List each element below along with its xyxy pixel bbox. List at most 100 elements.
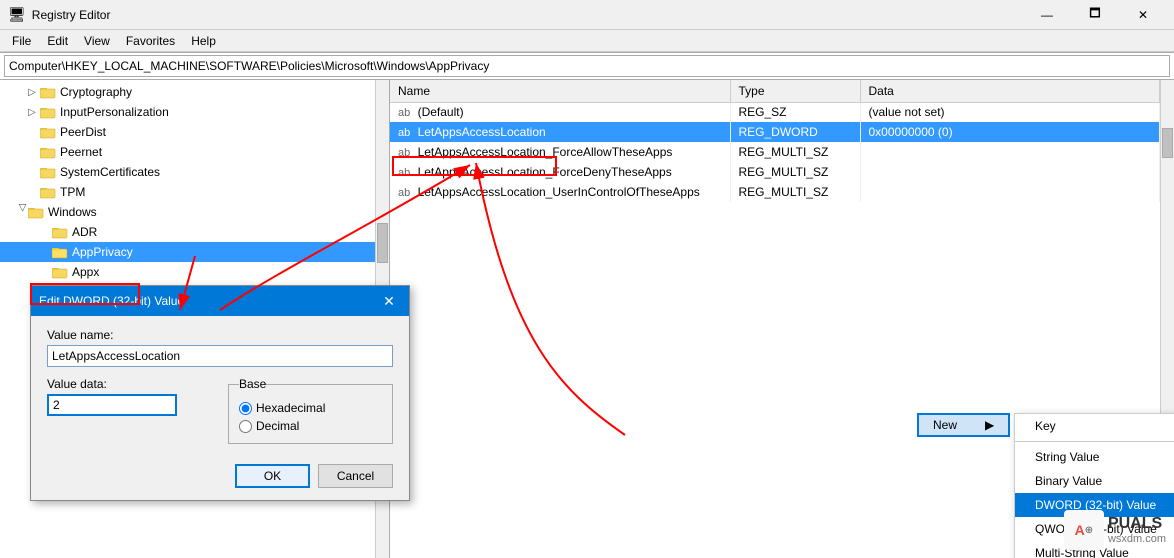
menu-view[interactable]: View <box>76 32 118 50</box>
registry-row-default[interactable]: ab (Default) REG_SZ (value not set) <box>390 102 1160 122</box>
watermark: A ⊕ PUALS wsxdm.com <box>1064 510 1166 550</box>
menu-favorites[interactable]: Favorites <box>118 32 183 50</box>
registry-type: REG_MULTI_SZ <box>730 162 860 182</box>
tree-item-peerdist[interactable]: PeerDist <box>0 122 389 142</box>
col-data: Data <box>860 80 1160 102</box>
tree-label: PeerDist <box>60 125 106 139</box>
registry-data: 0x00000000 (0) <box>860 122 1160 142</box>
registry-row-forcedeny[interactable]: ab LetAppsAccessLocation_ForceDenyTheseA… <box>390 162 1160 182</box>
tree-label: InputPersonalization <box>60 105 169 119</box>
value-data-input[interactable] <box>47 394 177 416</box>
close-button[interactable]: ✕ <box>1120 0 1166 30</box>
registry-row-forceallow[interactable]: ab LetAppsAccessLocation_ForceAllowThese… <box>390 142 1160 162</box>
title-bar: 🖥 Registry Editor — 🗖 ✕ <box>0 0 1174 30</box>
menu-edit[interactable]: Edit <box>39 32 76 50</box>
reg-icon: ab <box>398 127 410 139</box>
edit-dword-dialog: Edit DWORD (32-bit) Value ✕ Value name: … <box>30 285 410 501</box>
maximize-button[interactable]: 🗖 <box>1072 0 1118 30</box>
tree-scrollbar-thumb[interactable] <box>377 223 388 263</box>
folder-icon <box>40 85 56 99</box>
menu-file[interactable]: File <box>4 32 39 50</box>
registry-name: ab LetAppsAccessLocation_ForceDenyTheseA… <box>390 162 730 182</box>
expand-icon <box>24 124 40 140</box>
tree-item-windows[interactable]: ▷ Windows <box>0 202 389 222</box>
folder-icon <box>40 165 56 179</box>
tree-label: Peernet <box>60 145 102 159</box>
dec-radio[interactable] <box>239 420 252 433</box>
context-menu-separator <box>1015 441 1174 442</box>
tree-item-systemcertificates[interactable]: SystemCertificates <box>0 162 389 182</box>
col-type: Type <box>730 80 860 102</box>
new-submenu-button[interactable]: New ▶ <box>917 413 1010 437</box>
address-bar <box>0 52 1174 80</box>
reg-icon: ab <box>398 147 410 159</box>
registry-data <box>860 162 1160 182</box>
tree-label: SystemCertificates <box>60 165 160 179</box>
expand-icon <box>24 164 40 180</box>
tree-item-tpm[interactable]: TPM <box>0 182 389 202</box>
watermark-site: wsxdm.com <box>1108 533 1166 545</box>
address-input[interactable] <box>4 55 1170 77</box>
tree-label: Appx <box>72 265 99 279</box>
registry-row-letappsaccesslocation[interactable]: ab LetAppsAccessLocation REG_DWORD 0x000… <box>390 122 1160 142</box>
minimize-button[interactable]: — <box>1024 0 1070 30</box>
registry-type: REG_DWORD <box>730 122 860 142</box>
hex-radio[interactable] <box>239 402 252 415</box>
dialog-buttons: OK Cancel <box>31 456 409 500</box>
tree-item-cryptography[interactable]: ▷ Cryptography <box>0 82 389 102</box>
dialog-title-bar: Edit DWORD (32-bit) Value ✕ <box>31 286 409 316</box>
base-col: Base Hexadecimal Decimal <box>228 377 393 444</box>
expand-icon <box>24 144 40 160</box>
ok-button[interactable]: OK <box>235 464 310 488</box>
folder-icon <box>52 265 68 279</box>
tree-label: TPM <box>60 185 85 199</box>
tree-label: ADR <box>72 225 97 239</box>
reg-icon: ab <box>398 107 410 119</box>
folder-icon <box>52 225 68 239</box>
cancel-button[interactable]: Cancel <box>318 464 393 488</box>
tree-item-appprivacy[interactable]: AppPrivacy <box>0 242 389 262</box>
right-scrollbar-thumb[interactable] <box>1162 128 1173 158</box>
registry-row-userincontrol[interactable]: ab LetAppsAccessLocation_UserInControlOf… <box>390 182 1160 202</box>
col-name: Name <box>390 80 730 102</box>
dialog-body: Value name: Value data: Base Hexadecimal <box>31 316 409 456</box>
watermark-text: PUALS wsxdm.com <box>1108 515 1166 545</box>
folder-icon <box>52 245 68 259</box>
context-menu-item-binary[interactable]: Binary Value <box>1015 469 1174 493</box>
menu-help[interactable]: Help <box>183 32 224 50</box>
registry-data <box>860 142 1160 162</box>
tree-item-appx[interactable]: Appx <box>0 262 389 282</box>
context-menu-item-key[interactable]: Key <box>1015 414 1174 438</box>
folder-icon <box>40 105 56 119</box>
tree-label: Windows <box>48 205 97 219</box>
hex-radio-label[interactable]: Hexadecimal <box>239 401 382 415</box>
app-icon: 🖥 <box>8 6 26 23</box>
tree-item-peernet[interactable]: Peernet <box>0 142 389 162</box>
value-name-label: Value name: <box>47 328 393 342</box>
context-menu-item-string[interactable]: String Value <box>1015 445 1174 469</box>
expand-icon <box>24 184 40 200</box>
submenu-arrow: ▶ <box>985 418 994 432</box>
folder-icon <box>40 185 56 199</box>
tree-label: Cryptography <box>60 85 132 99</box>
dec-radio-label[interactable]: Decimal <box>239 419 382 433</box>
folder-icon <box>40 125 56 139</box>
expand-icon <box>36 224 52 240</box>
reg-icon: ab <box>398 187 410 199</box>
tree-item-inputpersonalization[interactable]: ▷ InputPersonalization <box>0 102 389 122</box>
tree-label: AppPrivacy <box>72 245 133 259</box>
registry-table: Name Type Data ab (Default) REG_SZ <box>390 80 1160 202</box>
value-data-label: Value data: <box>47 377 212 391</box>
folder-icon <box>40 145 56 159</box>
expand-icon: ▷ <box>24 84 40 100</box>
tree-item-adr[interactable]: ADR <box>0 222 389 242</box>
expand-icon: ▷ <box>12 204 28 220</box>
dialog-close-button[interactable]: ✕ <box>377 289 401 313</box>
expand-icon <box>36 264 52 280</box>
registry-type: REG_SZ <box>730 102 860 122</box>
right-panel: Name Type Data ab (Default) REG_SZ <box>390 80 1174 558</box>
dialog-title-text: Edit DWORD (32-bit) Value <box>39 294 377 308</box>
expand-icon <box>36 244 52 260</box>
base-legend: Base <box>239 377 266 391</box>
value-name-input[interactable] <box>47 345 393 367</box>
